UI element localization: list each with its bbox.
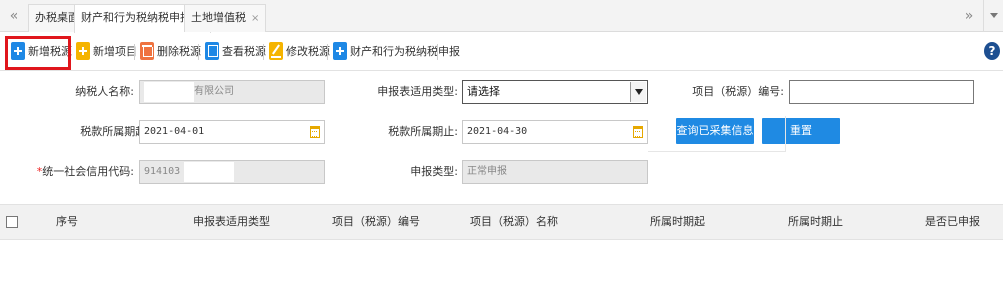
- divider: [785, 116, 786, 152]
- highlight-box: [5, 36, 71, 70]
- column-header-declared: 是否已申报: [925, 215, 980, 228]
- credit-code-label: *统一社会信用代码:: [30, 160, 134, 184]
- masked-value: [184, 162, 235, 182]
- declare-type-label: 申报类型:: [410, 165, 458, 178]
- column-header-period-end: 所属时期止: [788, 215, 843, 228]
- plus-icon: [76, 42, 90, 60]
- tab-label: 财产和行为税纳税申报: [81, 11, 191, 24]
- tab-land-value-added-tax[interactable]: 土地增值税 ×: [184, 4, 267, 32]
- tab-label: 办税桌面: [35, 11, 79, 24]
- tab-scroll-left-button[interactable]: «: [2, 0, 26, 32]
- select-all-checkbox[interactable]: [6, 216, 18, 228]
- period-end-input[interactable]: 2021-04-30: [462, 120, 648, 144]
- declare-type-value: 正常申报: [467, 166, 507, 177]
- column-header-project-name: 项目（税源）名称: [470, 215, 558, 228]
- tab-bar: « 办税桌面 财产和行为税纳税申报 × 土地增值税 × »: [0, 0, 1003, 33]
- project-no-label: 项目（税源）编号:: [692, 85, 784, 98]
- credit-code-label-text: 统一社会信用代码:: [42, 165, 134, 178]
- period-start-value: 2021-04-01: [144, 126, 205, 137]
- column-header-form-type: 申报表适用类型: [193, 215, 270, 228]
- masked-value: [144, 82, 194, 102]
- delete-tax-source-button[interactable]: 删除税源: [140, 41, 201, 63]
- help-icon[interactable]: ?: [984, 42, 1000, 60]
- toolbar: 新增税源 新增项目 删除税源 查看税源 修改税源 财产和行为税纳税申报: [0, 33, 1003, 71]
- button-label: 新增项目: [93, 45, 137, 58]
- tab-scroll-right-button[interactable]: »: [957, 0, 981, 32]
- form-type-select[interactable]: 请选择: [462, 80, 648, 104]
- taxpayer-name-value: 有限公司: [194, 86, 234, 97]
- button-label: 修改税源: [286, 45, 330, 58]
- taxpayer-name-label: 纳税人名称:: [75, 85, 134, 98]
- table-body: [0, 240, 1003, 302]
- column-header-index: 序号: [56, 215, 78, 228]
- credit-code-value: 914103: [144, 166, 181, 177]
- edit-tax-source-button[interactable]: 修改税源: [269, 41, 330, 63]
- calendar-icon[interactable]: [310, 126, 320, 138]
- trash-icon: [140, 42, 154, 60]
- add-project-button[interactable]: 新增项目: [76, 41, 137, 63]
- chevron-down-icon: [630, 82, 646, 102]
- column-header-period-start: 所属时期起: [650, 215, 705, 228]
- toolbar-divider: [327, 44, 328, 60]
- button-label: 财产和行为税纳税申报: [350, 45, 460, 58]
- period-end-value: 2021-04-30: [467, 126, 528, 137]
- form-type-value: 请选择: [467, 85, 500, 98]
- period-end-label: 税款所属期止:: [388, 125, 458, 138]
- divider: [648, 151, 786, 152]
- edit-icon: [269, 42, 283, 60]
- column-header-project-no: 项目（税源）编号: [332, 215, 420, 228]
- button-label: 删除税源: [157, 45, 201, 58]
- project-no-input[interactable]: [789, 80, 974, 104]
- tab-label: 土地增值税: [191, 11, 246, 24]
- taxpayer-name-field: 有限公司: [139, 80, 325, 104]
- credit-code-field: 914103: [139, 160, 325, 184]
- tab-menu-dropdown-icon[interactable]: [983, 0, 1003, 32]
- toolbar-divider: [198, 44, 199, 60]
- table-header: 序号 申报表适用类型 项目（税源）编号 项目（税源）名称 所属时期起 所属时期止…: [0, 204, 1003, 240]
- toolbar-divider: [437, 44, 438, 60]
- period-start-input[interactable]: 2021-04-01: [139, 120, 325, 144]
- close-icon[interactable]: ×: [251, 13, 259, 24]
- view-icon: [205, 42, 219, 60]
- calendar-icon[interactable]: [633, 126, 643, 138]
- query-collected-info-button[interactable]: 查询已采集信息: [676, 118, 754, 144]
- toolbar-divider: [263, 44, 264, 60]
- plus-icon: [333, 42, 347, 60]
- declare-type-field: 正常申报: [462, 160, 648, 184]
- period-start-label: 税款所属期起:: [80, 125, 150, 138]
- reset-button[interactable]: 重置: [762, 118, 840, 144]
- toolbar-divider: [134, 44, 135, 60]
- form-type-label: 申报表适用类型:: [377, 85, 458, 98]
- button-label: 查看税源: [222, 45, 266, 58]
- view-tax-source-button[interactable]: 查看税源: [205, 41, 266, 63]
- property-behavior-tax-declare-button[interactable]: 财产和行为税纳税申报: [333, 41, 460, 63]
